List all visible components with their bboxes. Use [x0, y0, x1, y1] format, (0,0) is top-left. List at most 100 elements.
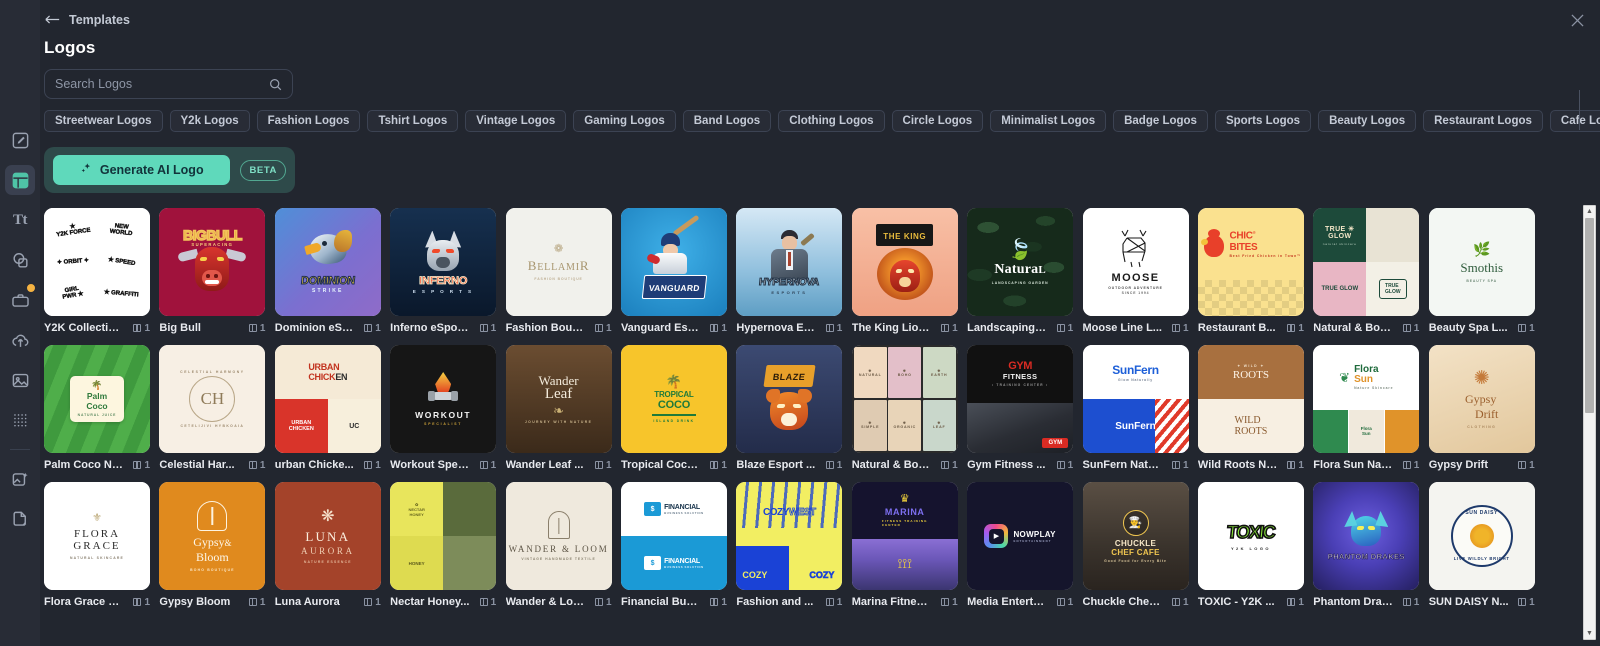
logo-thumbnail[interactable]: ♛ MARINA FITNESS TRAINING CENTER ⟟⟟⟟ — [851, 482, 958, 590]
logo-thumbnail[interactable]: 👨‍🍳 CHUCKLE CHEF CAFE Good Food for Ever… — [1082, 482, 1189, 590]
logo-thumbnail[interactable]: ★ Y2K FORCE NEW WORLD ✦ ORBIT ✦ ★ SPEED GI… — [44, 208, 150, 316]
logo-template-card[interactable]: 👨‍🍳 CHUCKLE CHEF CAFE Good Food for Ever… — [1082, 482, 1189, 608]
category-chip[interactable]: Circle Logos — [891, 110, 984, 132]
search-icon[interactable] — [269, 78, 282, 91]
logo-thumbnail[interactable]: THE KING — [851, 208, 958, 316]
logo-template-card[interactable]: ▶ NOWPLAY ENTERTAINMENT Media Enterta...… — [967, 482, 1074, 608]
category-chip[interactable]: Vintage Logos — [465, 110, 567, 132]
logo-template-card[interactable]: WANDER & LOOM VINTAGE HANDMADE TEXTILE W… — [505, 482, 612, 608]
logo-template-card[interactable]: ❋ NATURAL ❋ BOHO ❋ EARTH ❋ SIMPLE ❋ ORGANIC ❋… — [851, 345, 958, 471]
scrollbar-thumb[interactable] — [1585, 218, 1594, 413]
logo-template-card[interactable]: TRUE ☀ GLOW natural skincare TRUE GLOW T… — [1313, 208, 1420, 334]
logo-thumbnail[interactable]: TRUE ☀ GLOW natural skincare TRUE GLOW T… — [1313, 208, 1420, 316]
logo-thumbnail[interactable]: WORKOUT SPECIALIST — [390, 345, 497, 453]
sidebar-item-ai-document[interactable] — [5, 504, 35, 534]
panel-resize-handle[interactable] — [1579, 90, 1580, 130]
category-chip[interactable]: Cafe Logos — [1549, 110, 1600, 132]
logo-thumbnail[interactable]: WANDER & LOOM VINTAGE HANDMADE TEXTILE — [505, 482, 612, 590]
logo-thumbnail[interactable]: GYM FITNESS • TRAINING CENTER • GYM — [967, 345, 1074, 453]
logo-thumbnail[interactable]: 🌴 TROPICAL COCO ISLAND DRINK — [620, 345, 727, 453]
logo-thumbnail[interactable]: CELESTIAL HARMONY CH CETELIJIVI HYBKOAIA — [159, 345, 266, 453]
logo-template-card[interactable]: COZYWEST COZY COZY Fashion and ... 1 — [736, 482, 843, 608]
logo-template-card[interactable]: INFERNO E S P O R T S Inferno eSpor... 1 — [390, 208, 497, 334]
search-logos-field[interactable] — [44, 69, 293, 99]
logo-thumbnail[interactable]: ▶ NOWPLAY ENTERTAINMENT — [967, 482, 1074, 590]
scroll-up-arrow-icon[interactable]: ▲ — [1584, 206, 1595, 217]
sidebar-item-ai-image[interactable] — [5, 464, 35, 494]
logo-thumbnail[interactable]: ❋ LUNA AURORA NATURE ESSENCE — [274, 482, 381, 590]
category-chip[interactable]: Restaurant Logos — [1423, 110, 1543, 132]
logo-thumbnail[interactable]: CHIC® BITES Best Fried Chicken in Town™ — [1197, 208, 1304, 316]
sidebar-item-uploads[interactable] — [5, 325, 35, 355]
logo-template-card[interactable]: GYM FITNESS • TRAINING CENTER • GYM Gym … — [967, 345, 1074, 471]
logo-template-card[interactable]: ❁ BELLAMIR FASHION BOUTIQUE Fashion Bout… — [505, 208, 612, 334]
logo-template-card[interactable]: ❦ Flora Sun Nature Skincare Flora Sun Flo… — [1313, 345, 1420, 471]
logo-thumbnail[interactable]: MOOSE OUTDOOR ADVENTURE SINCE 1994 — [1082, 208, 1189, 316]
logo-template-card[interactable]: ⚜ FLORA GRACE NATURAL SKINCARE Flora Gra… — [44, 482, 150, 608]
logo-template-card[interactable]: ★ Y2K FORCE NEW WORLD ✦ ORBIT ✦ ★ SPEED GI… — [44, 208, 150, 334]
logo-template-card[interactable]: ✿ NECTAR HONEY HONEY Nectar Honey... 1 — [390, 482, 497, 608]
category-chip[interactable]: Gaming Logos — [573, 110, 676, 132]
category-chip[interactable]: Sports Logos — [1214, 110, 1312, 132]
category-chip[interactable]: Fashion Logos — [256, 110, 361, 132]
logo-template-card[interactable]: CELESTIAL HARMONY CH CETELIJIVI HYBKOAIA… — [159, 345, 266, 471]
logo-thumbnail[interactable]: BIGBULL SUPERACING — [159, 208, 266, 316]
logo-template-card[interactable]: Wander Leaf ❧ JOURNEY WITH NATURE Wander … — [505, 345, 612, 471]
logo-thumbnail[interactable]: BLAZE — [736, 345, 843, 453]
logo-template-card[interactable]: ♛ MARINA FITNESS TRAINING CENTER ⟟⟟⟟ Mari… — [851, 482, 958, 608]
logo-template-card[interactable]: SunFern Glow Naturally SunFern SunFern N… — [1082, 345, 1189, 471]
logo-thumbnail[interactable]: SunFern Glow Naturally SunFern — [1082, 345, 1189, 453]
logo-thumbnail[interactable]: VANGUARD — [620, 208, 727, 316]
logo-template-card[interactable]: PHANTOM DRAKES Phantom Drak... 1 — [1313, 482, 1420, 608]
category-chip[interactable]: Clothing Logos — [778, 110, 885, 132]
sidebar-item-text[interactable]: Tt — [5, 205, 35, 235]
sidebar-item-design-edit[interactable] — [5, 125, 35, 155]
logo-template-card[interactable]: ❋ LUNA AURORA NATURE ESSENCE Luna Aurora… — [274, 482, 381, 608]
logo-thumbnail[interactable]: ✺ Gypsy Drift CLOTHING — [1428, 345, 1535, 453]
logo-template-card[interactable]: THE KING The King Lion... 1 — [851, 208, 958, 334]
category-chip[interactable]: Minimalist Logos — [990, 110, 1107, 132]
logo-template-card[interactable]: TOXIC Y2K LOGO TOXIC - Y2K ... 1 — [1197, 482, 1304, 608]
logo-thumbnail[interactable]: TOXIC Y2K LOGO — [1197, 482, 1304, 590]
logo-thumbnail[interactable]: Wander Leaf ❧ JOURNEY WITH NATURE — [505, 345, 612, 453]
sidebar-item-shapes[interactable] — [5, 245, 35, 275]
grid-scrollbar[interactable]: ▲ ▼ — [1583, 205, 1596, 640]
logo-template-card[interactable]: BLAZE Blaze Esport ... 1 — [736, 345, 843, 471]
logo-thumbnail[interactable]: ✿ NECTAR HONEY HONEY — [390, 482, 497, 590]
generate-ai-logo-button[interactable]: Generate AI Logo — [53, 155, 231, 185]
sidebar-item-brand-kit[interactable] — [5, 283, 36, 315]
sidebar-item-templates[interactable] — [5, 165, 35, 195]
category-chip[interactable]: Beauty Logos — [1318, 110, 1417, 132]
logo-thumbnail[interactable]: HYPERNOVA ESPORTS — [736, 208, 843, 316]
logo-template-card[interactable]: SUN DAISY LIVE WILDLY BRIGHT SUN DAISY N… — [1428, 482, 1535, 608]
logo-template-card[interactable]: 🌿 Smothis BEAUTY SPA Beauty Spa L... 1 — [1428, 208, 1535, 334]
logo-thumbnail[interactable]: ❋ NATURAL ❋ BOHO ❋ EARTH ❋ SIMPLE ❋ ORGANIC ❋… — [851, 345, 958, 453]
logo-template-card[interactable]: $ FINANCIAL BUSINESS SOLUTION $ FINANCIA… — [620, 482, 727, 608]
back-to-templates-button[interactable]: Templates — [45, 13, 130, 27]
logo-thumbnail[interactable]: DOMINION STRIKE — [274, 208, 381, 316]
logo-thumbnail[interactable]: $ FINANCIAL BUSINESS SOLUTION $ FINANCIA… — [620, 482, 727, 590]
close-panel-button[interactable] — [1566, 12, 1588, 34]
search-input[interactable] — [55, 77, 269, 91]
logo-template-card[interactable]: CHIC® BITES Best Fried Chicken in Town™ … — [1197, 208, 1304, 334]
logo-template-card[interactable]: WORKOUT SPECIALIST Workout Spec... 1 — [390, 345, 497, 471]
category-chip[interactable]: Band Logos — [682, 110, 772, 132]
scroll-down-arrow-icon[interactable]: ▼ — [1584, 628, 1595, 639]
logo-thumbnail[interactable]: 🌿 Smothis BEAUTY SPA — [1428, 208, 1535, 316]
logo-template-card[interactable]: DOMINION STRIKE Dominion eSp... 1 — [274, 208, 381, 334]
logo-thumbnail[interactable]: SUN DAISY LIVE WILDLY BRIGHT — [1428, 482, 1535, 590]
logo-thumbnail[interactable]: 🌴 Palm Coco NATURAL JUICE — [44, 345, 150, 453]
category-chip[interactable]: Y2k Logos — [169, 110, 250, 132]
sidebar-item-photos[interactable] — [5, 365, 35, 395]
logo-template-card[interactable]: VANGUARD Vanguard Esp... 1 — [620, 208, 727, 334]
logo-template-card[interactable]: MOOSE OUTDOOR ADVENTURE SINCE 1994 Moose… — [1082, 208, 1189, 334]
logo-thumbnail[interactable]: PHANTOM DRAKES — [1313, 482, 1420, 590]
logo-thumbnail[interactable]: 🍃 NaturaL LANDSCAPING GARDEN — [967, 208, 1074, 316]
logo-thumbnail[interactable]: ✦ WILD ✦ ROOTS WILD ROOTS — [1197, 345, 1304, 453]
logo-thumbnail[interactable]: Gypsy& Bloom BOHO BOUTIQUE — [159, 482, 266, 590]
category-chip[interactable]: Tshirt Logos — [367, 110, 459, 132]
logo-thumbnail[interactable]: INFERNO E S P O R T S — [390, 208, 497, 316]
logo-template-card[interactable]: ✺ Gypsy Drift CLOTHING Gypsy Drift 1 — [1428, 345, 1535, 471]
logo-template-card[interactable]: Gypsy& Bloom BOHO BOUTIQUE Gypsy Bloom 1 — [159, 482, 266, 608]
logo-template-card[interactable]: ✦ WILD ✦ ROOTS WILD ROOTS Wild Roots Na..… — [1197, 345, 1304, 471]
